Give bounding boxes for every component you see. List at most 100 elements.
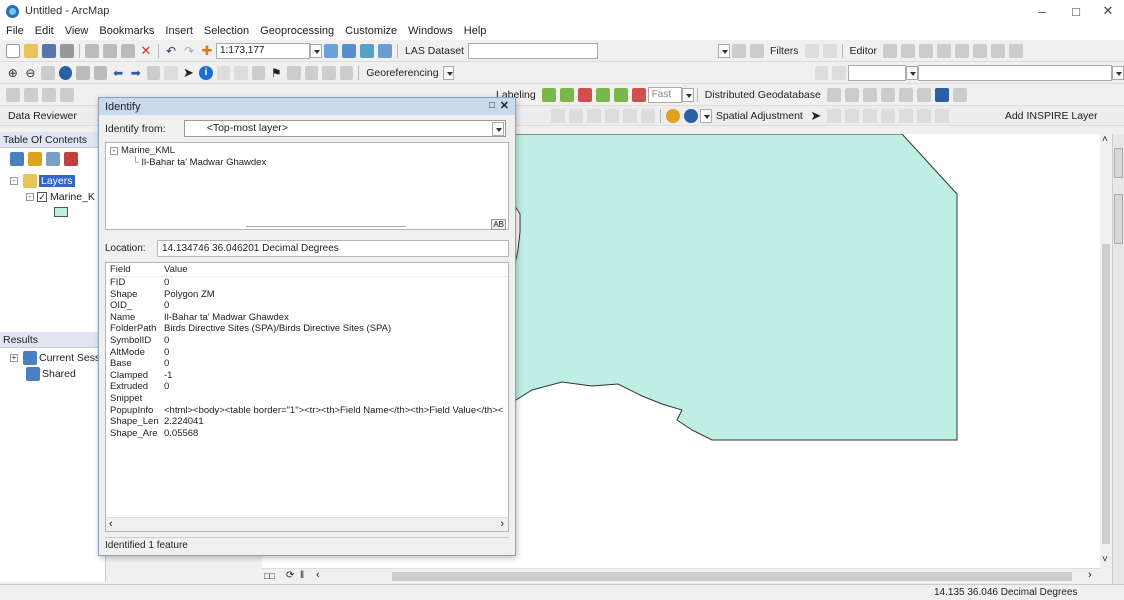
georef-combo-dropdown-icon[interactable] xyxy=(1112,65,1124,80)
hyperlink-icon[interactable] xyxy=(216,65,231,80)
tree-feature-item[interactable]: └ Il-Bahar ta' Madwar Ghawdex xyxy=(106,156,508,168)
map-horizontal-scrollbar[interactable]: □□ ⟳ ‖ ‹ › xyxy=(262,568,1100,584)
table-of-contents-icon[interactable] xyxy=(342,43,356,58)
go-to-xy-icon[interactable] xyxy=(304,65,319,80)
help-icon[interactable] xyxy=(683,108,698,123)
identify-icon[interactable]: i xyxy=(199,65,213,80)
toolbar3-icon-b[interactable] xyxy=(24,87,38,102)
attributes-icon[interactable] xyxy=(990,43,1005,58)
table-row[interactable]: Extruded 0 xyxy=(106,381,508,393)
table-row[interactable]: FolderPath Birds Directive Sites (SPA)/Bi… xyxy=(106,323,508,335)
field-value[interactable]: <html><body><table border="1"><tr><th>Fi… xyxy=(158,405,508,417)
filters-dropdown[interactable]: Filters xyxy=(770,45,799,57)
field-value[interactable]: 0 xyxy=(158,335,508,347)
label-manager-icon[interactable] xyxy=(541,87,556,102)
menu-insert[interactable]: Insert xyxy=(165,25,193,37)
results-item-shared[interactable]: Shared xyxy=(0,367,105,381)
table-row[interactable]: PopupInfo <html><body><table border="1"><… xyxy=(106,405,508,417)
sketch-properties-icon[interactable] xyxy=(1008,43,1023,58)
straight-segment-icon[interactable] xyxy=(918,43,933,58)
label-priority-icon[interactable] xyxy=(559,87,574,102)
las-filter-dropdown-icon[interactable] xyxy=(717,43,730,58)
add-inspire-layer-button[interactable]: Add INSPIRE Layer xyxy=(1005,110,1098,122)
menu-bookmarks[interactable]: Bookmarks xyxy=(99,25,154,37)
replica-icon-8[interactable] xyxy=(952,87,967,102)
replica-icon-3[interactable] xyxy=(862,87,877,102)
georeferencing-menu[interactable]: Georeferencing xyxy=(366,67,438,79)
editor-toolbar-icon[interactable] xyxy=(324,43,338,58)
scroll-down-icon[interactable]: ˅ xyxy=(1102,554,1108,565)
menu-customize[interactable]: Customize xyxy=(345,25,397,37)
toolbar3-icon-d[interactable] xyxy=(60,87,74,102)
spatial-adjust-select-icon[interactable]: ➤ xyxy=(809,108,823,123)
toolbar3-icon-a[interactable] xyxy=(6,87,20,102)
back-extent-icon[interactable]: ⬅ xyxy=(111,66,125,80)
list-by-selection-icon[interactable] xyxy=(64,152,78,166)
pause-drawing-icon[interactable]: ‖ xyxy=(300,570,304,581)
results-item-current-session[interactable]: + Current Sessi xyxy=(0,351,105,365)
split-icon[interactable] xyxy=(954,43,969,58)
view-link-table-icon[interactable] xyxy=(916,108,931,123)
html-popup-icon[interactable] xyxy=(234,65,248,80)
catalog-icon[interactable] xyxy=(360,43,374,58)
lock-labels-icon[interactable] xyxy=(595,87,610,102)
toolbar4-dropdown-icon[interactable] xyxy=(699,108,712,123)
view-unplaced-labels-icon[interactable] xyxy=(631,87,646,102)
location-value[interactable]: 14.134746 36.046201 Decimal Degrees xyxy=(157,239,509,257)
rotate-icon[interactable] xyxy=(972,43,987,58)
scroll-left-icon[interactable]: ‹ xyxy=(316,569,320,581)
identify-from-select[interactable]: <Top-most layer> xyxy=(183,120,506,137)
search-tab[interactable] xyxy=(1114,194,1123,244)
identify-close-icon[interactable]: ✕ xyxy=(500,99,509,112)
edit-tool-icon[interactable] xyxy=(882,43,897,58)
identify-window[interactable]: Identify □ ✕ Identify from: <Top-most la… xyxy=(98,97,516,556)
pause-labeling-icon[interactable] xyxy=(613,87,628,102)
vertical-scroll-thumb[interactable] xyxy=(1102,244,1110,544)
forward-extent-icon[interactable]: ➡ xyxy=(129,66,143,80)
table-row[interactable]: OID_ 0 xyxy=(106,300,508,312)
minimize-icon[interactable]: – xyxy=(1024,0,1060,22)
tree-collapse-icon[interactable]: - xyxy=(110,146,118,155)
save-icon[interactable] xyxy=(42,43,56,58)
replica-icon-6[interactable] xyxy=(916,87,931,102)
layer-name[interactable]: Marine_K xyxy=(50,191,95,203)
editor-menu[interactable]: Editor xyxy=(850,45,877,57)
georef-tool2-icon[interactable] xyxy=(832,65,847,80)
toolbar4-icon-a[interactable] xyxy=(550,108,565,123)
menu-selection[interactable]: Selection xyxy=(204,25,249,37)
label-quality-combo[interactable]: Fast xyxy=(647,86,682,103)
edge-match-icon[interactable] xyxy=(934,108,949,123)
docked-windows-strip[interactable] xyxy=(1112,134,1124,584)
toc-layers-row[interactable]: - Layers xyxy=(0,174,105,188)
pan-icon[interactable] xyxy=(41,65,55,80)
layer-collapse-icon[interactable]: - xyxy=(26,193,34,201)
menu-edit[interactable]: Edit xyxy=(35,25,54,37)
layer-visibility-checkbox[interactable]: ✓ xyxy=(37,192,47,202)
field-value[interactable]: 0 xyxy=(158,358,508,370)
list-by-source-icon[interactable] xyxy=(28,152,42,166)
toolbar4-icon-f[interactable] xyxy=(640,108,655,123)
identify-from-dropdown-icon[interactable] xyxy=(491,122,504,136)
open-folder-icon[interactable] xyxy=(24,43,38,58)
select-features-icon[interactable] xyxy=(146,65,161,80)
select-elements-icon[interactable]: ➤ xyxy=(182,65,196,80)
modify-link-icon[interactable] xyxy=(844,108,859,123)
spatial-adjustment-menu[interactable]: Spatial Adjustment xyxy=(716,110,803,122)
georef-layer-dropdown-icon[interactable] xyxy=(442,65,455,80)
toc-layer-item[interactable]: - ✓ Marine_K xyxy=(0,191,105,203)
identify-attribute-grid[interactable]: Field Value FID 0 Shape Polygon ZM OID_ 0 Name… xyxy=(105,262,509,532)
toolbar4-icon-d[interactable] xyxy=(604,108,619,123)
close-icon[interactable]: ✕ xyxy=(1090,0,1124,22)
field-value[interactable]: -1 xyxy=(158,370,508,382)
field-value[interactable]: 0 xyxy=(158,277,508,289)
menu-windows[interactable]: Windows xyxy=(408,25,453,37)
grid-scroll-right-icon[interactable]: › xyxy=(500,518,504,530)
field-value[interactable]: 0 xyxy=(158,347,508,359)
print-icon[interactable] xyxy=(60,43,74,58)
label-quality-dropdown-icon[interactable] xyxy=(681,87,694,102)
full-extent-icon[interactable] xyxy=(58,65,73,80)
trace-icon[interactable] xyxy=(936,43,951,58)
layers-label[interactable]: Layers xyxy=(39,175,75,187)
undo-icon[interactable]: ↶ xyxy=(164,44,178,58)
menu-help[interactable]: Help xyxy=(464,25,487,37)
